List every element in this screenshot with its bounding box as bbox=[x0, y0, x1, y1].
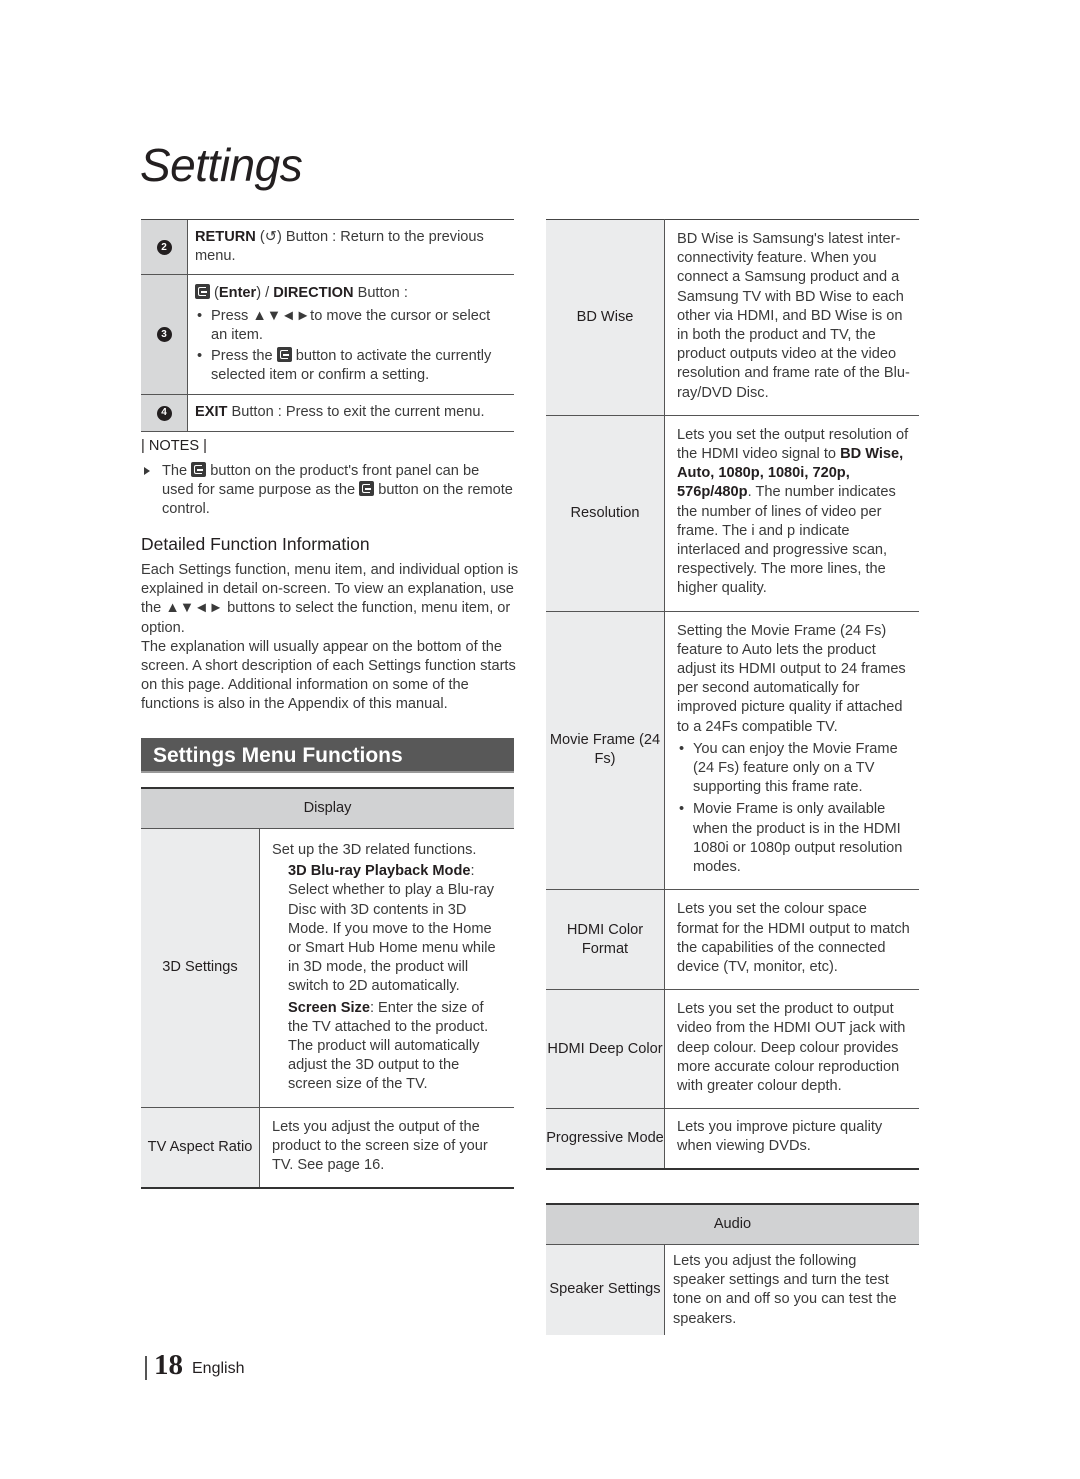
row-label: Progressive Mode bbox=[546, 1108, 665, 1170]
display-section-header: Display bbox=[141, 787, 514, 829]
enter-icon bbox=[359, 481, 375, 497]
row-label: Movie Frame (24 Fs) bbox=[546, 611, 665, 891]
table-row: HDMI Deep Color Lets you set the product… bbox=[546, 989, 919, 1110]
bullet-item: Movie Frame is only available when the p… bbox=[677, 800, 911, 877]
row-label: TV Aspect Ratio bbox=[141, 1107, 260, 1190]
table-row: 3D Settings Set up the 3D related functi… bbox=[141, 828, 514, 1108]
row-label: Speaker Settings bbox=[546, 1244, 665, 1335]
table-row: Movie Frame (24 Fs) Setting the Movie Fr… bbox=[546, 611, 919, 891]
table-row: Resolution Lets you set the output resol… bbox=[546, 415, 919, 612]
bullet-item: Press ▲▼◄►to move the cursor or select a… bbox=[195, 307, 506, 345]
footer-divider bbox=[145, 1356, 147, 1380]
remote-button-row: 3 (Enter) / DIRECTION Button : Press ▲▼◄… bbox=[141, 275, 514, 396]
row-label: HDMI Deep Color bbox=[546, 989, 665, 1110]
enter-icon bbox=[195, 284, 210, 300]
enter-icon bbox=[276, 347, 292, 363]
number-badge-icon: 4 bbox=[156, 405, 172, 421]
display-table-continued: BD Wise BD Wise is Samsung's latest inte… bbox=[546, 219, 919, 1170]
page-title: Settings bbox=[140, 139, 303, 191]
remote-buttons-table: 2 RETURN (↺) Button : Return to the prev… bbox=[141, 219, 514, 432]
number-badge-icon: 3 bbox=[156, 327, 172, 343]
number-badge-icon: 2 bbox=[156, 239, 172, 255]
intro-text: Each Settings function, menu item, and i… bbox=[141, 562, 519, 713]
row-label: Resolution bbox=[546, 415, 665, 612]
settings-menu-functions-banner: Settings Menu Functions bbox=[141, 738, 514, 773]
bullet-item: You can enjoy the Movie Frame (24 Fs) fe… bbox=[677, 740, 911, 798]
table-row: Speaker Settings Lets you adjust the fol… bbox=[546, 1244, 919, 1335]
row-label: HDMI Color Format bbox=[546, 889, 665, 991]
notes-heading: | NOTES | bbox=[141, 438, 207, 454]
table-row: BD Wise BD Wise is Samsung's latest inte… bbox=[546, 219, 919, 416]
table-row: HDMI Color Format Lets you set the colou… bbox=[546, 889, 919, 991]
remote-button-row: 4 EXIT Button : Press to exit the curren… bbox=[141, 395, 514, 432]
row-label: 3D Settings bbox=[141, 828, 260, 1108]
triangle-bullet-icon bbox=[144, 467, 150, 475]
section-heading: Detailed Function Information bbox=[141, 534, 370, 554]
page-language: English bbox=[192, 1360, 245, 1377]
audio-table: Audio Speaker Settings Lets you adjust t… bbox=[546, 1203, 919, 1335]
enter-icon bbox=[191, 462, 207, 477]
return-icon: ↺ bbox=[264, 229, 277, 245]
display-table: Display 3D Settings Set up the 3D relate… bbox=[141, 787, 514, 1190]
notes-item: The button on the product's front panel … bbox=[141, 462, 514, 520]
page-number: 18 bbox=[154, 1349, 183, 1381]
table-row: TV Aspect Ratio Lets you adjust the outp… bbox=[141, 1107, 514, 1190]
bullet-item: Press the button to activate the current… bbox=[195, 347, 506, 385]
row-label: BD Wise bbox=[546, 219, 665, 416]
audio-section-header: Audio bbox=[546, 1203, 919, 1245]
remote-button-row: 2 RETURN (↺) Button : Return to the prev… bbox=[141, 220, 514, 276]
table-row: Progressive Mode Lets you improve pictur… bbox=[546, 1108, 919, 1170]
